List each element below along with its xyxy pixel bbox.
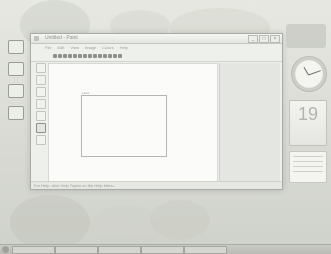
window-titlebar[interactable]: Untitled - Paint _ □ × <box>31 34 282 44</box>
color-swatch[interactable] <box>98 54 102 58</box>
menu-colors[interactable]: Colors <box>102 44 114 51</box>
color-swatch[interactable] <box>78 54 82 58</box>
window-title: Untitled - Paint <box>45 35 78 41</box>
color-swatch[interactable] <box>63 54 67 58</box>
taskbar-item[interactable] <box>141 246 184 254</box>
feed-gadget[interactable] <box>289 151 327 183</box>
rectangle-tool-icon[interactable] <box>36 123 46 133</box>
color-swatch[interactable] <box>113 54 117 58</box>
canvas-background <box>219 63 280 181</box>
minimize-button[interactable]: _ <box>248 35 258 43</box>
wallpaper-flower <box>10 195 90 250</box>
taskbar-item[interactable] <box>98 246 141 254</box>
close-button[interactable]: × <box>270 35 280 43</box>
desktop-icon-recycle-bin[interactable] <box>8 106 24 120</box>
paint-app-icon <box>34 36 39 41</box>
color-swatch[interactable] <box>83 54 87 58</box>
ellipse-tool-icon[interactable] <box>36 135 46 145</box>
taskbar-item[interactable] <box>12 246 55 254</box>
slideshow-gadget[interactable] <box>286 24 326 48</box>
desktop: Untitled - Paint _ □ × File Edit View Im… <box>0 0 331 254</box>
color-swatch[interactable] <box>103 54 107 58</box>
clock-minute-hand <box>308 70 321 76</box>
menu-help[interactable]: Help <box>120 44 128 51</box>
fill-tool-icon[interactable] <box>36 99 46 109</box>
status-text: For Help, click Help Topics on the Help … <box>34 183 115 188</box>
wallpaper-flower <box>150 200 210 240</box>
menu-file[interactable]: File <box>45 44 51 51</box>
desktop-icon-documents[interactable] <box>8 62 24 76</box>
drawing-canvas[interactable]: Label <box>48 63 218 183</box>
feed-line <box>293 166 323 167</box>
taskbar-item[interactable] <box>55 246 98 254</box>
color-toolbar <box>31 51 282 62</box>
select-tool-icon[interactable] <box>36 63 46 73</box>
color-swatch[interactable] <box>68 54 72 58</box>
color-swatch[interactable] <box>108 54 112 58</box>
color-swatch[interactable] <box>118 54 122 58</box>
color-swatch[interactable] <box>53 54 57 58</box>
start-button[interactable] <box>2 246 9 253</box>
menu-edit[interactable]: Edit <box>57 44 64 51</box>
menu-bar: File Edit View Image Colors Help <box>31 44 282 51</box>
feed-line <box>293 171 323 172</box>
feed-line <box>293 156 323 157</box>
feed-line <box>293 161 323 162</box>
drawn-rectangle[interactable] <box>81 95 167 157</box>
calendar-gadget[interactable]: 19 <box>289 100 327 146</box>
color-swatch[interactable] <box>73 54 77 58</box>
window-controls: _ □ × <box>248 35 280 43</box>
menu-view[interactable]: View <box>70 44 79 51</box>
desktop-icon-computer[interactable] <box>8 40 24 54</box>
menu-image[interactable]: Image <box>85 44 96 51</box>
maximize-button[interactable]: □ <box>259 35 269 43</box>
color-swatch[interactable] <box>88 54 92 58</box>
color-swatch[interactable] <box>58 54 62 58</box>
pencil-tool-icon[interactable] <box>36 75 46 85</box>
tool-box <box>35 63 47 145</box>
text-tool-icon[interactable] <box>36 111 46 121</box>
clock-gadget[interactable] <box>291 56 327 92</box>
color-swatch[interactable] <box>93 54 97 58</box>
taskbar <box>0 244 331 254</box>
paint-window[interactable]: Untitled - Paint _ □ × File Edit View Im… <box>30 33 283 190</box>
desktop-icon-network[interactable] <box>8 84 24 98</box>
brush-tool-icon[interactable] <box>36 87 46 97</box>
taskbar-item[interactable] <box>184 246 227 254</box>
calendar-day: 19 <box>297 104 319 124</box>
status-bar: For Help, click Help Topics on the Help … <box>31 181 282 189</box>
